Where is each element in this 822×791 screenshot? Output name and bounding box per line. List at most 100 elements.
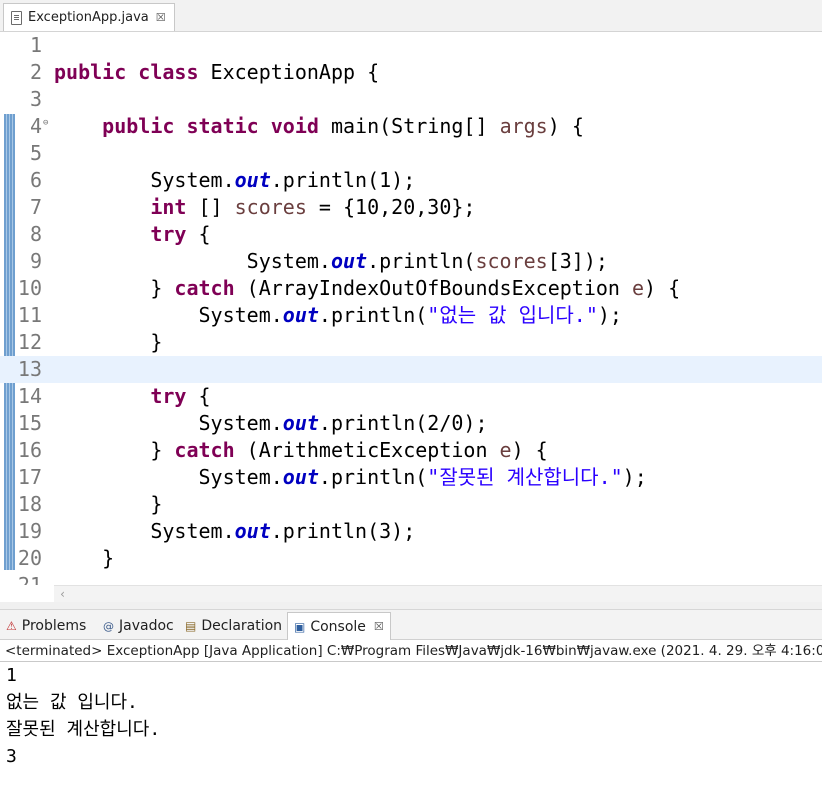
- code-text: int [] scores = {10,20,30};: [54, 194, 475, 221]
- line-number: 5: [29, 141, 42, 165]
- code-line[interactable]: 12 }: [0, 329, 822, 356]
- code-line[interactable]: 15 System.out.println(2/0);: [0, 410, 822, 437]
- code-token: args: [499, 114, 548, 138]
- code-line[interactable]: 8 try {: [0, 221, 822, 248]
- code-token: (ArithmeticException: [234, 438, 500, 462]
- code-token: = {10,20,30};: [306, 195, 476, 219]
- code-token: {: [186, 222, 211, 246]
- code-token: "없는 값 입니다.": [427, 303, 598, 327]
- code-token: "잘못된 계산합니다.": [427, 465, 623, 489]
- code-line[interactable]: 18 }: [0, 491, 822, 518]
- tab-problems[interactable]: ⚠ Problems: [6, 612, 86, 640]
- code-token: try: [150, 384, 187, 408]
- code-token: scores: [475, 249, 548, 273]
- close-icon[interactable]: ☒: [156, 11, 166, 24]
- code-token: {: [186, 384, 211, 408]
- code-line[interactable]: 17 System.out.println("잘못된 계산합니다.");: [0, 464, 822, 491]
- code-token: scores: [234, 195, 307, 219]
- code-line[interactable]: 3: [0, 86, 822, 113]
- code-token: out: [282, 303, 319, 327]
- line-number: 12: [17, 330, 42, 354]
- code-editor[interactable]: 1 2 public class ExceptionApp {3 4 ⊖ public …: [0, 32, 822, 585]
- code-token: .println(1);: [270, 168, 416, 192]
- code-line-current[interactable]: 13: [0, 356, 822, 383]
- code-text: System.out.println(1);: [54, 167, 415, 194]
- code-text: try {: [54, 383, 211, 410]
- code-token: );: [622, 465, 647, 489]
- code-token: public: [54, 60, 127, 84]
- line-number: 6: [29, 168, 42, 192]
- line-number: 7: [29, 195, 42, 219]
- line-number: 16: [17, 438, 42, 462]
- code-token: (ArrayIndexOutOfBoundsException: [234, 276, 632, 300]
- code-text: public class ExceptionApp {: [54, 59, 379, 86]
- code-token: System.: [54, 465, 283, 489]
- code-text: System.out.println("없는 값 입니다.");: [54, 302, 622, 329]
- code-token: System.: [54, 303, 283, 327]
- code-line[interactable]: 7 int [] scores = {10,20,30};: [0, 194, 822, 221]
- code-token: ExceptionApp {: [198, 60, 380, 84]
- tab-problems-label: Problems: [21, 618, 87, 634]
- code-token: .println(3);: [270, 519, 416, 543]
- tab-javadoc[interactable]: @ Javadoc: [103, 612, 174, 640]
- code-line[interactable]: 2 public class ExceptionApp {: [0, 59, 822, 86]
- code-line[interactable]: 19 System.out.println(3);: [0, 518, 822, 545]
- close-icon[interactable]: ☒: [374, 620, 384, 633]
- code-token: System.: [54, 411, 283, 435]
- code-line[interactable]: 4 ⊖ public static void main(String[] args…: [0, 113, 822, 140]
- code-token: main(String[]: [318, 114, 500, 138]
- console-output-line: 3: [6, 746, 17, 767]
- code-text: }: [54, 545, 114, 572]
- code-line[interactable]: 11 System.out.println("없는 값 입니다.");: [0, 302, 822, 329]
- code-token: .println(: [367, 249, 476, 273]
- fold-toggle-icon[interactable]: ⊖: [43, 113, 48, 133]
- javadoc-icon: @: [103, 619, 114, 633]
- code-token: }: [54, 276, 175, 300]
- tab-declaration-label: Declaration: [201, 618, 283, 634]
- code-text: System.out.println(3);: [54, 518, 415, 545]
- code-token: System.: [54, 519, 235, 543]
- view-tab-bar: ⚠ Problems @ Javadoc ▤ Declaration ▣ Con…: [0, 610, 822, 640]
- code-line[interactable]: 9 System.out.println(scores[3]);: [0, 248, 822, 275]
- code-line[interactable]: 16 } catch (ArithmeticException e) {: [0, 437, 822, 464]
- code-token: ) {: [547, 114, 584, 138]
- code-token: e: [632, 276, 645, 300]
- code-line[interactable]: 5: [0, 140, 822, 167]
- code-token: }: [54, 330, 163, 354]
- code-line[interactable]: 20 }: [0, 545, 822, 572]
- line-number: 19: [17, 519, 42, 543]
- code-text: }: [54, 491, 162, 518]
- code-token: int: [150, 195, 187, 219]
- code-token: }: [54, 546, 115, 570]
- editor-tab-exceptionapp[interactable]: ExceptionApp.java ☒: [3, 3, 175, 31]
- horizontal-scrollbar[interactable]: ‹: [54, 585, 822, 602]
- line-number: 21: [17, 573, 42, 585]
- tab-declaration[interactable]: ▤ Declaration: [185, 612, 282, 640]
- line-number: 4: [29, 114, 42, 138]
- code-token: []: [186, 195, 235, 219]
- problems-icon: ⚠: [6, 619, 17, 633]
- code-line[interactable]: 14 try {: [0, 383, 822, 410]
- console-output[interactable]: 1 없는 값 입니다. 잘못된 계산합니다. 3: [6, 662, 816, 770]
- console-status: <terminated> ExceptionApp [Java Applicat…: [0, 640, 822, 662]
- code-line[interactable]: 6 System.out.println(1);: [0, 167, 822, 194]
- line-number: 15: [17, 411, 42, 435]
- console-output-line: 잘못된 계산합니다.: [6, 719, 161, 740]
- scroll-left-icon[interactable]: ‹: [54, 586, 71, 602]
- code-token: ) {: [644, 276, 681, 300]
- tab-console[interactable]: ▣ Console ☒: [287, 612, 391, 640]
- code-token: }: [54, 492, 163, 516]
- code-line[interactable]: 21: [0, 572, 822, 585]
- code-line[interactable]: 10 } catch (ArrayIndexOutOfBoundsExcepti…: [0, 275, 822, 302]
- code-text: try {: [54, 221, 211, 248]
- line-number: 3: [29, 87, 42, 111]
- code-line[interactable]: 1: [0, 32, 822, 59]
- code-token: );: [597, 303, 622, 327]
- tab-javadoc-label: Javadoc: [119, 618, 174, 634]
